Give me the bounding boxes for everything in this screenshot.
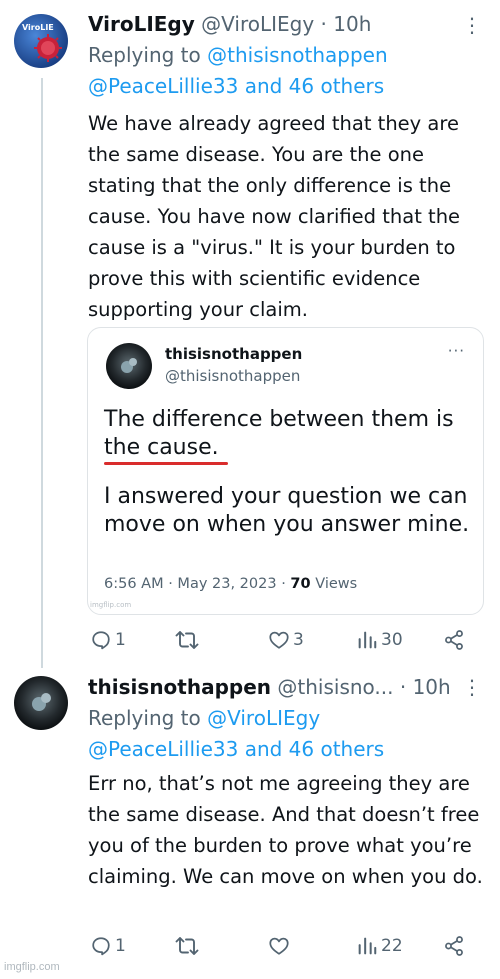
user-handle[interactable]: @ViroLIEgy [201,12,314,36]
quoted-tweet-card[interactable]: thisisnothappen @thisisnothappen ··· The… [87,327,484,615]
views-icon [358,631,377,649]
retweet-button[interactable] [175,629,202,651]
display-name[interactable]: ViroLIEgy [88,12,195,36]
avatar-thisisnothappen-small[interactable] [106,343,152,389]
views-count: 30 [381,630,403,650]
quoted-display-name[interactable]: thisisnothappen [165,345,302,363]
tweet-2-header: thisisnothappen @thisisno... · 10h [88,675,451,699]
others-link[interactable]: @PeaceLillie33 and 46 others [88,74,384,98]
timestamp[interactable]: · 10h [321,12,372,36]
quoted-meta: 6:56 AM · May 23, 2023 · 70 Views [104,576,357,592]
replying-to-2: Replying to @ViroLIEgy @PeaceLillie33 an… [88,706,385,761]
reply-button[interactable]: 1 [90,629,126,651]
reply-count: 1 [115,630,126,650]
quoted-watermark: imgflip.com [90,601,132,609]
like-icon [269,631,289,649]
share-button[interactable] [443,629,465,651]
reply-button-2[interactable]: 1 [90,935,126,957]
thisisnothappen-avatar-image-large [14,676,68,730]
views-button[interactable]: 30 [356,629,403,651]
avatar-virolie[interactable]: ViroLIE [14,14,68,68]
avatar-thisisnothappen[interactable] [14,676,68,730]
like-button-2[interactable] [268,935,293,957]
views-button-2[interactable]: 22 [356,935,403,957]
quoted-more-icon[interactable]: ··· [448,342,465,360]
timestamp-2[interactable]: · 10h [400,675,451,699]
quoted-time: 6:56 AM · May 23, 2023 · [104,576,291,592]
reply-count-2: 1 [115,936,126,956]
quoted-views-count: 70 [290,576,311,592]
more-icon-2[interactable]: ⋮ [462,675,483,699]
thisisnothappen-avatar-image [106,343,152,389]
quoted-views-label: Views [310,576,358,592]
reply-icon [92,631,110,650]
tweet-1-body: We have already agreed that they are the… [88,112,461,321]
retweet-icon [175,937,199,955]
share-icon [445,936,463,956]
views-icon [358,937,377,955]
user-handle-2[interactable]: @thisisno... [277,675,393,699]
like-count: 3 [293,630,304,650]
red-underline [104,462,228,465]
share-icon [445,630,463,650]
retweet-button-2[interactable] [175,935,202,957]
display-name-2[interactable]: thisisnothappen [88,675,271,699]
quoted-text-1: The difference between them is the cause… [104,407,454,460]
like-icon [269,937,289,955]
more-icon[interactable]: ⋮ [462,13,483,37]
imgflip-watermark: imgflip.com [4,961,60,973]
quoted-text-2: I answered your question we can move on … [104,484,470,537]
others-link-2[interactable]: @PeaceLillie33 and 46 others [88,737,384,761]
views-count-2: 22 [381,936,403,956]
reply-icon [92,937,110,956]
replying-to: Replying to @thisisnothappen @PeaceLilli… [88,43,388,98]
svg-text:ViroLIE: ViroLIE [22,23,54,32]
virolie-avatar-image: ViroLIE [14,14,68,68]
mention-link-2[interactable]: @ViroLIEgy [207,706,320,730]
quoted-handle[interactable]: @thisisnothappen [165,367,300,385]
tweet-1-header: ViroLIEgy @ViroLIEgy · 10h [88,12,371,36]
tweet-2-body: Err no, that’s not me agreeing they are … [88,772,483,888]
retweet-icon [175,631,199,649]
like-button[interactable]: 3 [268,629,304,651]
share-button-2[interactable] [443,935,465,957]
mention-link[interactable]: @thisisnothappen [207,43,388,67]
thread-line [41,78,43,668]
